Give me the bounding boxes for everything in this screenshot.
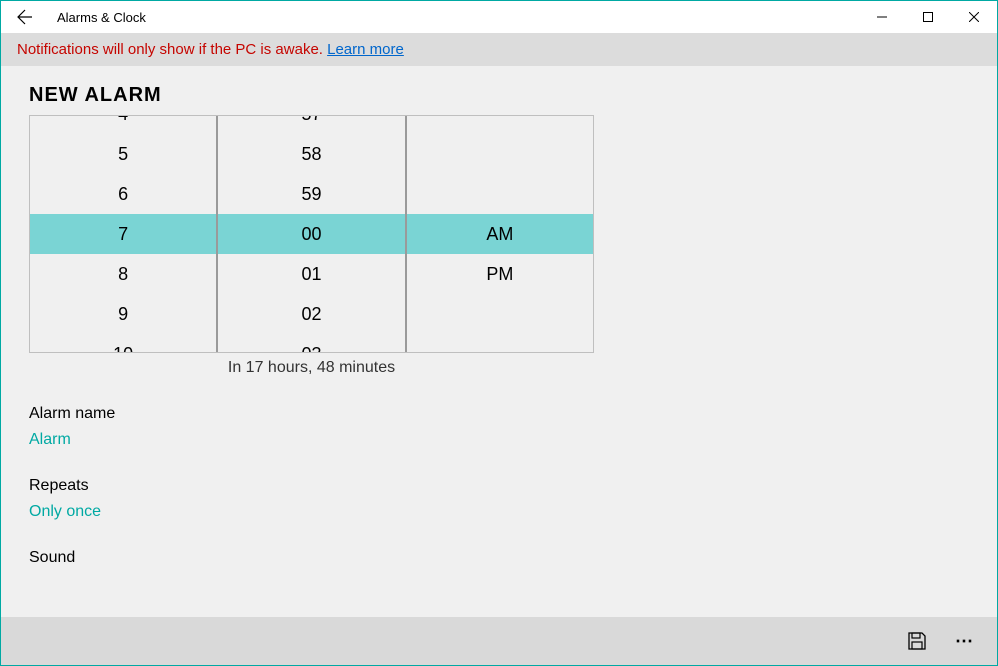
repeats-label: Repeats [29, 477, 969, 495]
repeats-field[interactable]: Repeats Only once [29, 477, 969, 521]
hour-option[interactable]: 4 [30, 115, 216, 134]
page-title: NEW ALARM [29, 84, 969, 107]
notification-text: Notifications will only show if the PC i… [17, 41, 327, 58]
period-column[interactable]: AMPM [405, 116, 593, 352]
back-button[interactable] [1, 1, 49, 33]
window-controls [859, 1, 997, 33]
sound-label: Sound [29, 549, 969, 567]
app-title: Alarms & Clock [57, 10, 146, 25]
maximize-icon [923, 12, 933, 22]
command-bar: ⋯ [1, 617, 997, 665]
save-button[interactable] [893, 617, 941, 665]
minute-option[interactable]: 03 [218, 334, 404, 353]
hour-option[interactable]: 7 [30, 214, 216, 254]
titlebar: Alarms & Clock [1, 1, 997, 33]
notification-bar: Notifications will only show if the PC i… [1, 33, 997, 66]
close-icon [969, 12, 979, 22]
hour-option[interactable]: 8 [30, 254, 216, 294]
hour-option[interactable]: 5 [30, 134, 216, 174]
repeats-value[interactable]: Only once [29, 503, 969, 521]
learn-more-link[interactable]: Learn more [327, 41, 404, 58]
alarm-name-value[interactable]: Alarm [29, 431, 969, 449]
minute-option[interactable]: 59 [218, 174, 404, 214]
sound-field[interactable]: Sound [29, 549, 969, 567]
maximize-button[interactable] [905, 1, 951, 33]
alarm-name-label: Alarm name [29, 405, 969, 423]
time-picker[interactable]: 45678910 57585900010203 AMPM [29, 115, 594, 353]
minute-option[interactable]: 58 [218, 134, 404, 174]
period-option[interactable]: PM [407, 254, 593, 294]
back-arrow-icon [17, 9, 33, 25]
close-button[interactable] [951, 1, 997, 33]
hour-option[interactable]: 10 [30, 334, 216, 353]
minute-option[interactable]: 57 [218, 115, 404, 134]
minute-column[interactable]: 57585900010203 [216, 116, 404, 352]
hour-option[interactable]: 9 [30, 294, 216, 334]
app-window: Alarms & Clock Notifications will only s… [0, 0, 998, 666]
minute-option[interactable]: 00 [218, 214, 404, 254]
hour-option[interactable]: 6 [30, 174, 216, 214]
countdown-text: In 17 hours, 48 minutes [29, 359, 594, 377]
minimize-button[interactable] [859, 1, 905, 33]
alarm-name-field[interactable]: Alarm name Alarm [29, 405, 969, 449]
more-button[interactable]: ⋯ [941, 617, 989, 665]
main-content: NEW ALARM 45678910 57585900010203 AMPM I… [1, 66, 997, 617]
minimize-icon [877, 12, 887, 22]
minute-option[interactable]: 02 [218, 294, 404, 334]
save-icon [907, 631, 927, 651]
more-icon: ⋯ [955, 631, 975, 652]
minute-option[interactable]: 01 [218, 254, 404, 294]
period-option[interactable]: AM [407, 214, 593, 254]
hour-column[interactable]: 45678910 [30, 116, 216, 352]
